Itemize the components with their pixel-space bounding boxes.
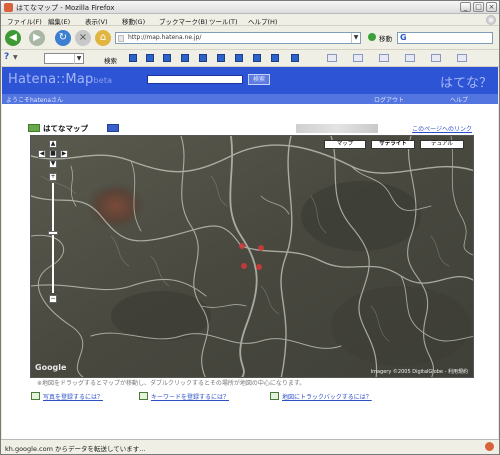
menu-bookmarks[interactable]: ブックマーク(B) bbox=[159, 16, 208, 26]
help-link[interactable]: ヘルプ bbox=[450, 95, 468, 104]
status-text: kh.google.com からデータを転送しています... bbox=[5, 445, 146, 453]
stop-button[interactable]: × bbox=[75, 30, 91, 46]
pan-up-button[interactable]: ▲ bbox=[49, 140, 57, 148]
site-logo[interactable]: Hatena::Mapbeta bbox=[8, 72, 112, 87]
search-bar[interactable]: G bbox=[397, 32, 493, 44]
menu-help[interactable]: ヘルプ(H) bbox=[248, 16, 277, 26]
logo-beta: beta bbox=[93, 76, 113, 85]
photo-icon bbox=[31, 392, 40, 400]
map-rss-icon[interactable] bbox=[107, 124, 119, 132]
back-button[interactable]: ◀ bbox=[5, 30, 21, 46]
logout-link[interactable]: ログアウト bbox=[374, 95, 404, 104]
menu-tools[interactable]: ツール(T) bbox=[209, 16, 238, 26]
site-search-input[interactable] bbox=[147, 75, 243, 84]
toolbar-button-10[interactable] bbox=[291, 54, 299, 62]
toolbar-button-2[interactable] bbox=[146, 54, 154, 62]
zoom-slider-track[interactable] bbox=[52, 183, 54, 293]
toolbar-button-13[interactable] bbox=[379, 54, 389, 62]
close-button[interactable]: × bbox=[486, 2, 497, 12]
toolbar-search-button[interactable]: 検索 bbox=[104, 55, 117, 65]
trackback-icon bbox=[270, 392, 279, 400]
go-icon[interactable] bbox=[368, 33, 376, 41]
pan-left-button[interactable]: ◀ bbox=[38, 150, 46, 158]
window-title: はてなマップ - Mozilla Firefox bbox=[16, 4, 115, 12]
firefox-icon bbox=[4, 3, 13, 12]
satellite-imagery bbox=[31, 136, 473, 377]
reload-button[interactable]: ↻ bbox=[55, 30, 71, 46]
toolbar-button-15[interactable] bbox=[431, 54, 441, 62]
toolbar-button-3[interactable] bbox=[163, 54, 171, 62]
map-title: はてなマップ bbox=[43, 124, 88, 133]
toolbar-button-1[interactable] bbox=[129, 54, 137, 62]
zoom-in-button[interactable]: + bbox=[49, 173, 57, 181]
map-type-dual-button[interactable]: デュアル bbox=[420, 140, 464, 149]
toolbar-select-dropdown-icon[interactable]: ▼ bbox=[74, 54, 83, 64]
minimize-button[interactable]: _ bbox=[460, 2, 471, 12]
go-button[interactable]: 移動 bbox=[379, 33, 392, 43]
register-keyword-link[interactable]: キーワードを登録するには？ bbox=[151, 392, 229, 401]
welcome-text: ようこそhatenaさん bbox=[6, 97, 64, 104]
toolbar-button-14[interactable] bbox=[405, 54, 415, 62]
toolbar-button-6[interactable] bbox=[217, 54, 225, 62]
register-photo-link[interactable]: 写真を登録するには？ bbox=[43, 392, 103, 401]
toolbar-select[interactable]: ▼ bbox=[44, 53, 84, 64]
page-content: Hatena::Mapbeta 検索 はてな？ ようこそhatenaさん ログア… bbox=[2, 67, 498, 439]
zoom-out-button[interactable]: − bbox=[49, 295, 57, 303]
help-dropdown-icon[interactable]: ▼ bbox=[13, 54, 18, 61]
home-button[interactable]: ⌂ bbox=[95, 30, 111, 46]
toolbar-button-8[interactable] bbox=[253, 54, 261, 62]
keyword-icon bbox=[139, 392, 148, 400]
navigation-toolbar: ◀ ▶ ↻ × ⌂ http://map.hatena.ne.jp/ ▼ 移動 … bbox=[1, 26, 499, 50]
map-type-satellite-button[interactable]: サテライト bbox=[371, 140, 415, 149]
permalink-link[interactable]: このページへのリンク bbox=[412, 124, 472, 133]
toolbar-button-7[interactable] bbox=[235, 54, 243, 62]
google-logo: Google bbox=[35, 363, 67, 372]
throbber-icon bbox=[486, 15, 496, 25]
satellite-map[interactable]: マップ サテライト デュアル ▲ ◀ ■ ▶ ▼ + − Google Imag… bbox=[30, 135, 474, 378]
toolbar-button-9[interactable] bbox=[271, 54, 279, 62]
toolbar-button-5[interactable] bbox=[199, 54, 207, 62]
user-bar: ようこそhatenaさん ログアウト ヘルプ bbox=[2, 94, 498, 104]
forward-button[interactable]: ▶ bbox=[29, 30, 45, 46]
trackback-link[interactable]: 地図にトラックバックするには？ bbox=[282, 392, 372, 401]
map-header: はてなマップ このページへのリンク bbox=[28, 123, 474, 135]
page-icon bbox=[118, 35, 124, 42]
toolbar-button-11[interactable] bbox=[327, 54, 337, 62]
site-search-button[interactable]: 検索 bbox=[248, 74, 270, 85]
title-bar: はてなマップ - Mozilla Firefox _ □ × bbox=[1, 1, 499, 14]
address-dropdown-icon[interactable]: ▼ bbox=[351, 33, 360, 43]
map-copyright: Imagery ©2005 DigitalGlobe - 利用規約 bbox=[370, 369, 468, 375]
pan-center-button[interactable]: ■ bbox=[49, 150, 57, 158]
address-bar[interactable]: http://map.hatena.ne.jp/ ▼ bbox=[115, 32, 361, 44]
menu-file[interactable]: ファイル(F) bbox=[7, 16, 42, 26]
maximize-button[interactable]: □ bbox=[473, 2, 484, 12]
browser-window: はてなマップ - Mozilla Firefox _ □ × ファイル(F) 編… bbox=[0, 0, 500, 455]
map-type-map-button[interactable]: マップ bbox=[324, 140, 366, 149]
blurred-text bbox=[296, 124, 378, 133]
menu-edit[interactable]: 編集(E) bbox=[48, 16, 70, 26]
status-icon bbox=[485, 442, 494, 451]
pan-right-button[interactable]: ▶ bbox=[60, 150, 68, 158]
site-header: Hatena::Mapbeta 検索 はてな？ bbox=[2, 67, 498, 94]
pan-down-button[interactable]: ▼ bbox=[49, 160, 57, 168]
status-bar: kh.google.com からデータを転送しています... bbox=[1, 439, 499, 454]
toolbar-button-4[interactable] bbox=[181, 54, 189, 62]
menu-view[interactable]: 表示(V) bbox=[85, 16, 108, 26]
hatena-toolbar: ? ▼ ▼ 検索 bbox=[1, 50, 499, 67]
help-icon[interactable]: ? bbox=[4, 52, 9, 62]
menu-go[interactable]: 移動(G) bbox=[122, 16, 145, 26]
hatena-brand[interactable]: はてな？ bbox=[440, 72, 492, 91]
toolbar-button-16[interactable] bbox=[457, 54, 467, 62]
menu-bar: ファイル(F) 編集(E) 表示(V) 移動(G) ブックマーク(B) ツール(… bbox=[1, 14, 499, 26]
map-usage-note: ※地図をドラッグするとマップが移動し、ダブルクリックするとその場所が地図の中心に… bbox=[37, 380, 306, 387]
toolbar-button-12[interactable] bbox=[353, 54, 363, 62]
zoom-slider-thumb[interactable] bbox=[48, 231, 58, 235]
map-badge-icon bbox=[28, 124, 40, 132]
logo-text: Hatena::Map bbox=[8, 72, 94, 87]
url-text: http://map.hatena.ne.jp/ bbox=[128, 34, 202, 41]
google-search-icon: G bbox=[400, 33, 407, 42]
